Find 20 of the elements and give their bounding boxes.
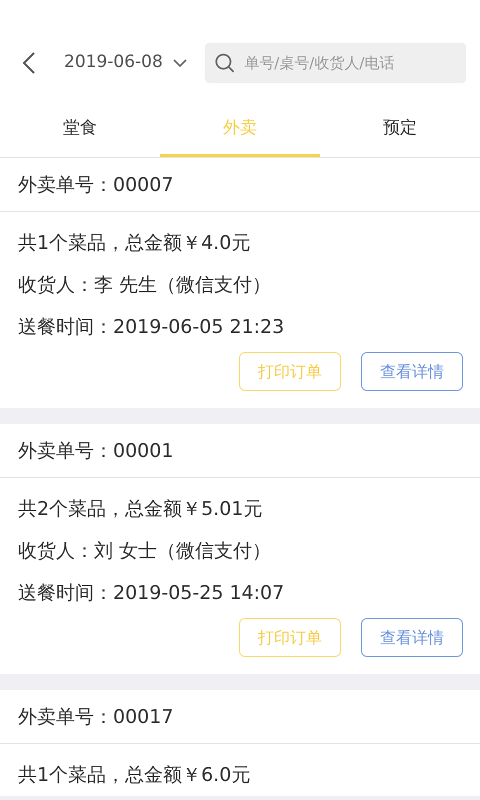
date-dropdown[interactable]: 2019-06-08 xyxy=(46,50,195,76)
order-detail: 送餐时间：2019-05-25 14:07 xyxy=(17,581,286,606)
order-detail: 共1个菜品，总金额￥4.0元 xyxy=(17,231,252,256)
tab[interactable]: 堂食 xyxy=(0,100,160,157)
details-button[interactable]: 查看详情 xyxy=(361,352,463,391)
order-detail: 收货人：刘 女士（微信支付） xyxy=(17,539,272,564)
tab[interactable]: 预定 xyxy=(320,100,480,157)
details-button[interactable]: 查看详情 xyxy=(361,618,463,657)
order-number: 外卖单号：00017 xyxy=(0,690,480,744)
order-number: 外卖单号：00007 xyxy=(0,158,480,212)
search-icon xyxy=(214,52,234,74)
search-bar[interactable]: 单号/桌号/收货人/电话 xyxy=(204,43,466,83)
order-number: 外卖单号：00001 xyxy=(0,424,480,478)
caret-icon xyxy=(172,59,187,67)
order-detail: 共1个菜品，总金额￥6.0元 xyxy=(17,763,252,788)
order-detail: 送餐时间：2019-06-05 21:23 xyxy=(17,315,286,340)
order-detail: 共2个菜品，总金额￥5.01元 xyxy=(17,497,264,522)
search-field[interactable]: 单号/桌号/收货人/电话 xyxy=(242,50,456,76)
order-detail: 收货人：李 先生（微信支付） xyxy=(17,273,272,298)
back-icon[interactable] xyxy=(22,52,36,74)
